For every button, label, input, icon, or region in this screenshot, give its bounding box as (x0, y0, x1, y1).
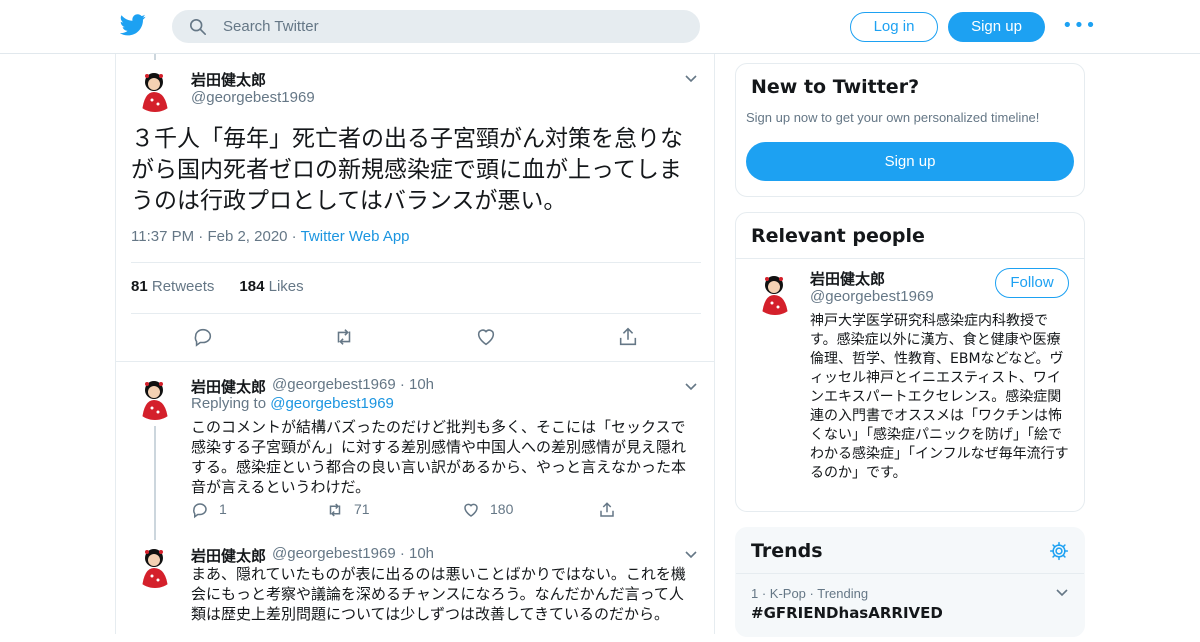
author-handle[interactable]: @georgebest1969 (191, 89, 315, 106)
meta-separator: · (198, 228, 204, 245)
tweet-stats: 81 Retweets 184 Likes (131, 278, 304, 295)
divider (131, 262, 701, 263)
share-action[interactable] (598, 501, 626, 519)
trend-name[interactable]: #GFRIENDhasARRIVED (751, 604, 943, 622)
reply-action[interactable]: 1 (191, 501, 227, 519)
author-name[interactable]: 岩田健太郎 (191, 545, 266, 566)
chevron-down-icon[interactable] (684, 382, 698, 392)
reply-time[interactable]: 10h (409, 545, 434, 562)
avatar[interactable] (752, 269, 798, 315)
retweet-count: 71 (354, 501, 370, 517)
card-title: Trends (751, 540, 823, 562)
avatar-illustration-icon (752, 269, 798, 315)
divider (736, 573, 1084, 574)
replying-to-link[interactable]: @georgebest1969 (270, 395, 394, 412)
share-icon[interactable] (617, 326, 639, 348)
author-name[interactable]: 岩田健太郎 (191, 69, 266, 90)
avatar[interactable] (132, 542, 178, 588)
divider (131, 313, 701, 314)
person-handle[interactable]: @georgebest1969 (810, 288, 934, 305)
thread-line (154, 426, 156, 532)
reply-icon[interactable] (191, 501, 209, 519)
reply-text: まあ、隠れていたものが表に出るのは悪いことばかりではない。これを機会にもっと考察… (191, 565, 686, 623)
author-handle[interactable]: @georgebest1969 (272, 545, 396, 562)
retweets-label[interactable]: Retweets (152, 278, 215, 295)
tweet-time[interactable]: 11:37 PM (131, 228, 194, 245)
replying-to: Replying to @georgebest1969 (191, 395, 394, 412)
like-action[interactable]: 180 (462, 501, 513, 519)
login-button[interactable]: Log in (850, 12, 938, 42)
avatar[interactable] (132, 374, 178, 420)
retweet-action[interactable]: 71 (326, 501, 370, 519)
retweets-count[interactable]: 81 (131, 278, 148, 295)
reply-tweet[interactable]: 岩田健太郎 @georgebest1969 · 10h Replying to … (116, 362, 714, 532)
reply-header-meta: @georgebest1969 · 10h (272, 545, 434, 562)
search-box[interactable] (172, 10, 700, 43)
like-icon[interactable] (462, 501, 480, 519)
avatar-illustration-icon (132, 374, 178, 420)
likes-count[interactable]: 184 (239, 278, 264, 295)
person-name[interactable]: 岩田健太郎 (810, 268, 885, 289)
gear-icon[interactable] (1049, 541, 1069, 561)
avatar-illustration-icon (132, 542, 178, 588)
card-title: Relevant people (751, 225, 925, 247)
meta-separator: · (399, 376, 405, 393)
tweet-source-link[interactable]: Twitter Web App (301, 228, 410, 245)
relevant-people-card: Relevant people 岩田健太郎 @georgebest1969 Fo… (735, 212, 1085, 512)
follow-button[interactable]: Follow (995, 268, 1069, 298)
twitter-bird-icon[interactable] (120, 14, 146, 36)
share-icon[interactable] (598, 501, 616, 519)
chevron-down-icon[interactable] (1055, 588, 1069, 598)
meta-separator: · (399, 545, 405, 562)
card-subtitle: Sign up now to get your own personalized… (746, 110, 1040, 125)
thread-line (154, 54, 156, 60)
divider (736, 258, 1084, 259)
reply-header-meta: @georgebest1969 · 10h (272, 376, 434, 393)
like-icon[interactable] (475, 326, 497, 348)
tweet-date[interactable]: Feb 2, 2020 (207, 228, 287, 245)
thread-line (154, 532, 156, 540)
avatar[interactable] (132, 66, 178, 112)
top-bar: Log in Sign up ••• (0, 0, 1200, 54)
new-to-twitter-card: New to Twitter? Sign up now to get your … (735, 63, 1085, 197)
reply-time[interactable]: 10h (409, 376, 434, 393)
author-name[interactable]: 岩田健太郎 (191, 376, 266, 397)
reply-text: このコメントが結構バズったのだけど批判も多く、そこには「セックスで感染する子宮頸… (191, 418, 687, 496)
like-count: 180 (490, 501, 514, 517)
more-options-icon[interactable]: ••• (1062, 16, 1096, 36)
reply-tweet[interactable]: 岩田健太郎 @georgebest1969 · 10h まあ、隠れていたものが表… (116, 532, 714, 642)
retweet-icon[interactable] (333, 326, 355, 348)
author-handle[interactable]: @georgebest1969 (272, 376, 396, 393)
likes-label[interactable]: Likes (269, 278, 304, 295)
signup-button[interactable]: Sign up (746, 142, 1074, 181)
card-title: New to Twitter? (751, 76, 920, 98)
retweet-icon[interactable] (326, 501, 344, 519)
replying-prefix: Replying to (191, 395, 267, 412)
main-column: 岩田健太郎 @georgebest1969 ３千人「毎年」死亡者の出る子宮頸がん… (115, 54, 715, 634)
trends-card: Trends 1 · K-Pop · Trending #GFRIENDhasA… (735, 527, 1085, 637)
avatar-illustration-icon (132, 66, 178, 112)
chevron-down-icon[interactable] (684, 74, 698, 84)
person-bio: 神戸大学医学研究科感染症内科教授です。感染症以外に漢方、食と健康や医療倫理、哲学… (810, 313, 1069, 481)
tweet-text: ３千人「毎年」死亡者の出る子宮頸がん対策を怠りながら国内死者ゼロの新規感染症で頭… (131, 126, 683, 214)
chevron-down-icon[interactable] (684, 550, 698, 560)
trend-meta: 1 · K-Pop · Trending (751, 586, 869, 601)
tweet-meta: 11:37 PM · Feb 2, 2020 · Twitter Web App (131, 228, 410, 245)
search-input[interactable] (223, 11, 683, 42)
reply-count: 1 (219, 501, 227, 517)
reply-icon[interactable] (192, 326, 214, 348)
search-icon (189, 18, 207, 36)
meta-separator: · (291, 228, 297, 245)
signup-button[interactable]: Sign up (948, 12, 1045, 42)
